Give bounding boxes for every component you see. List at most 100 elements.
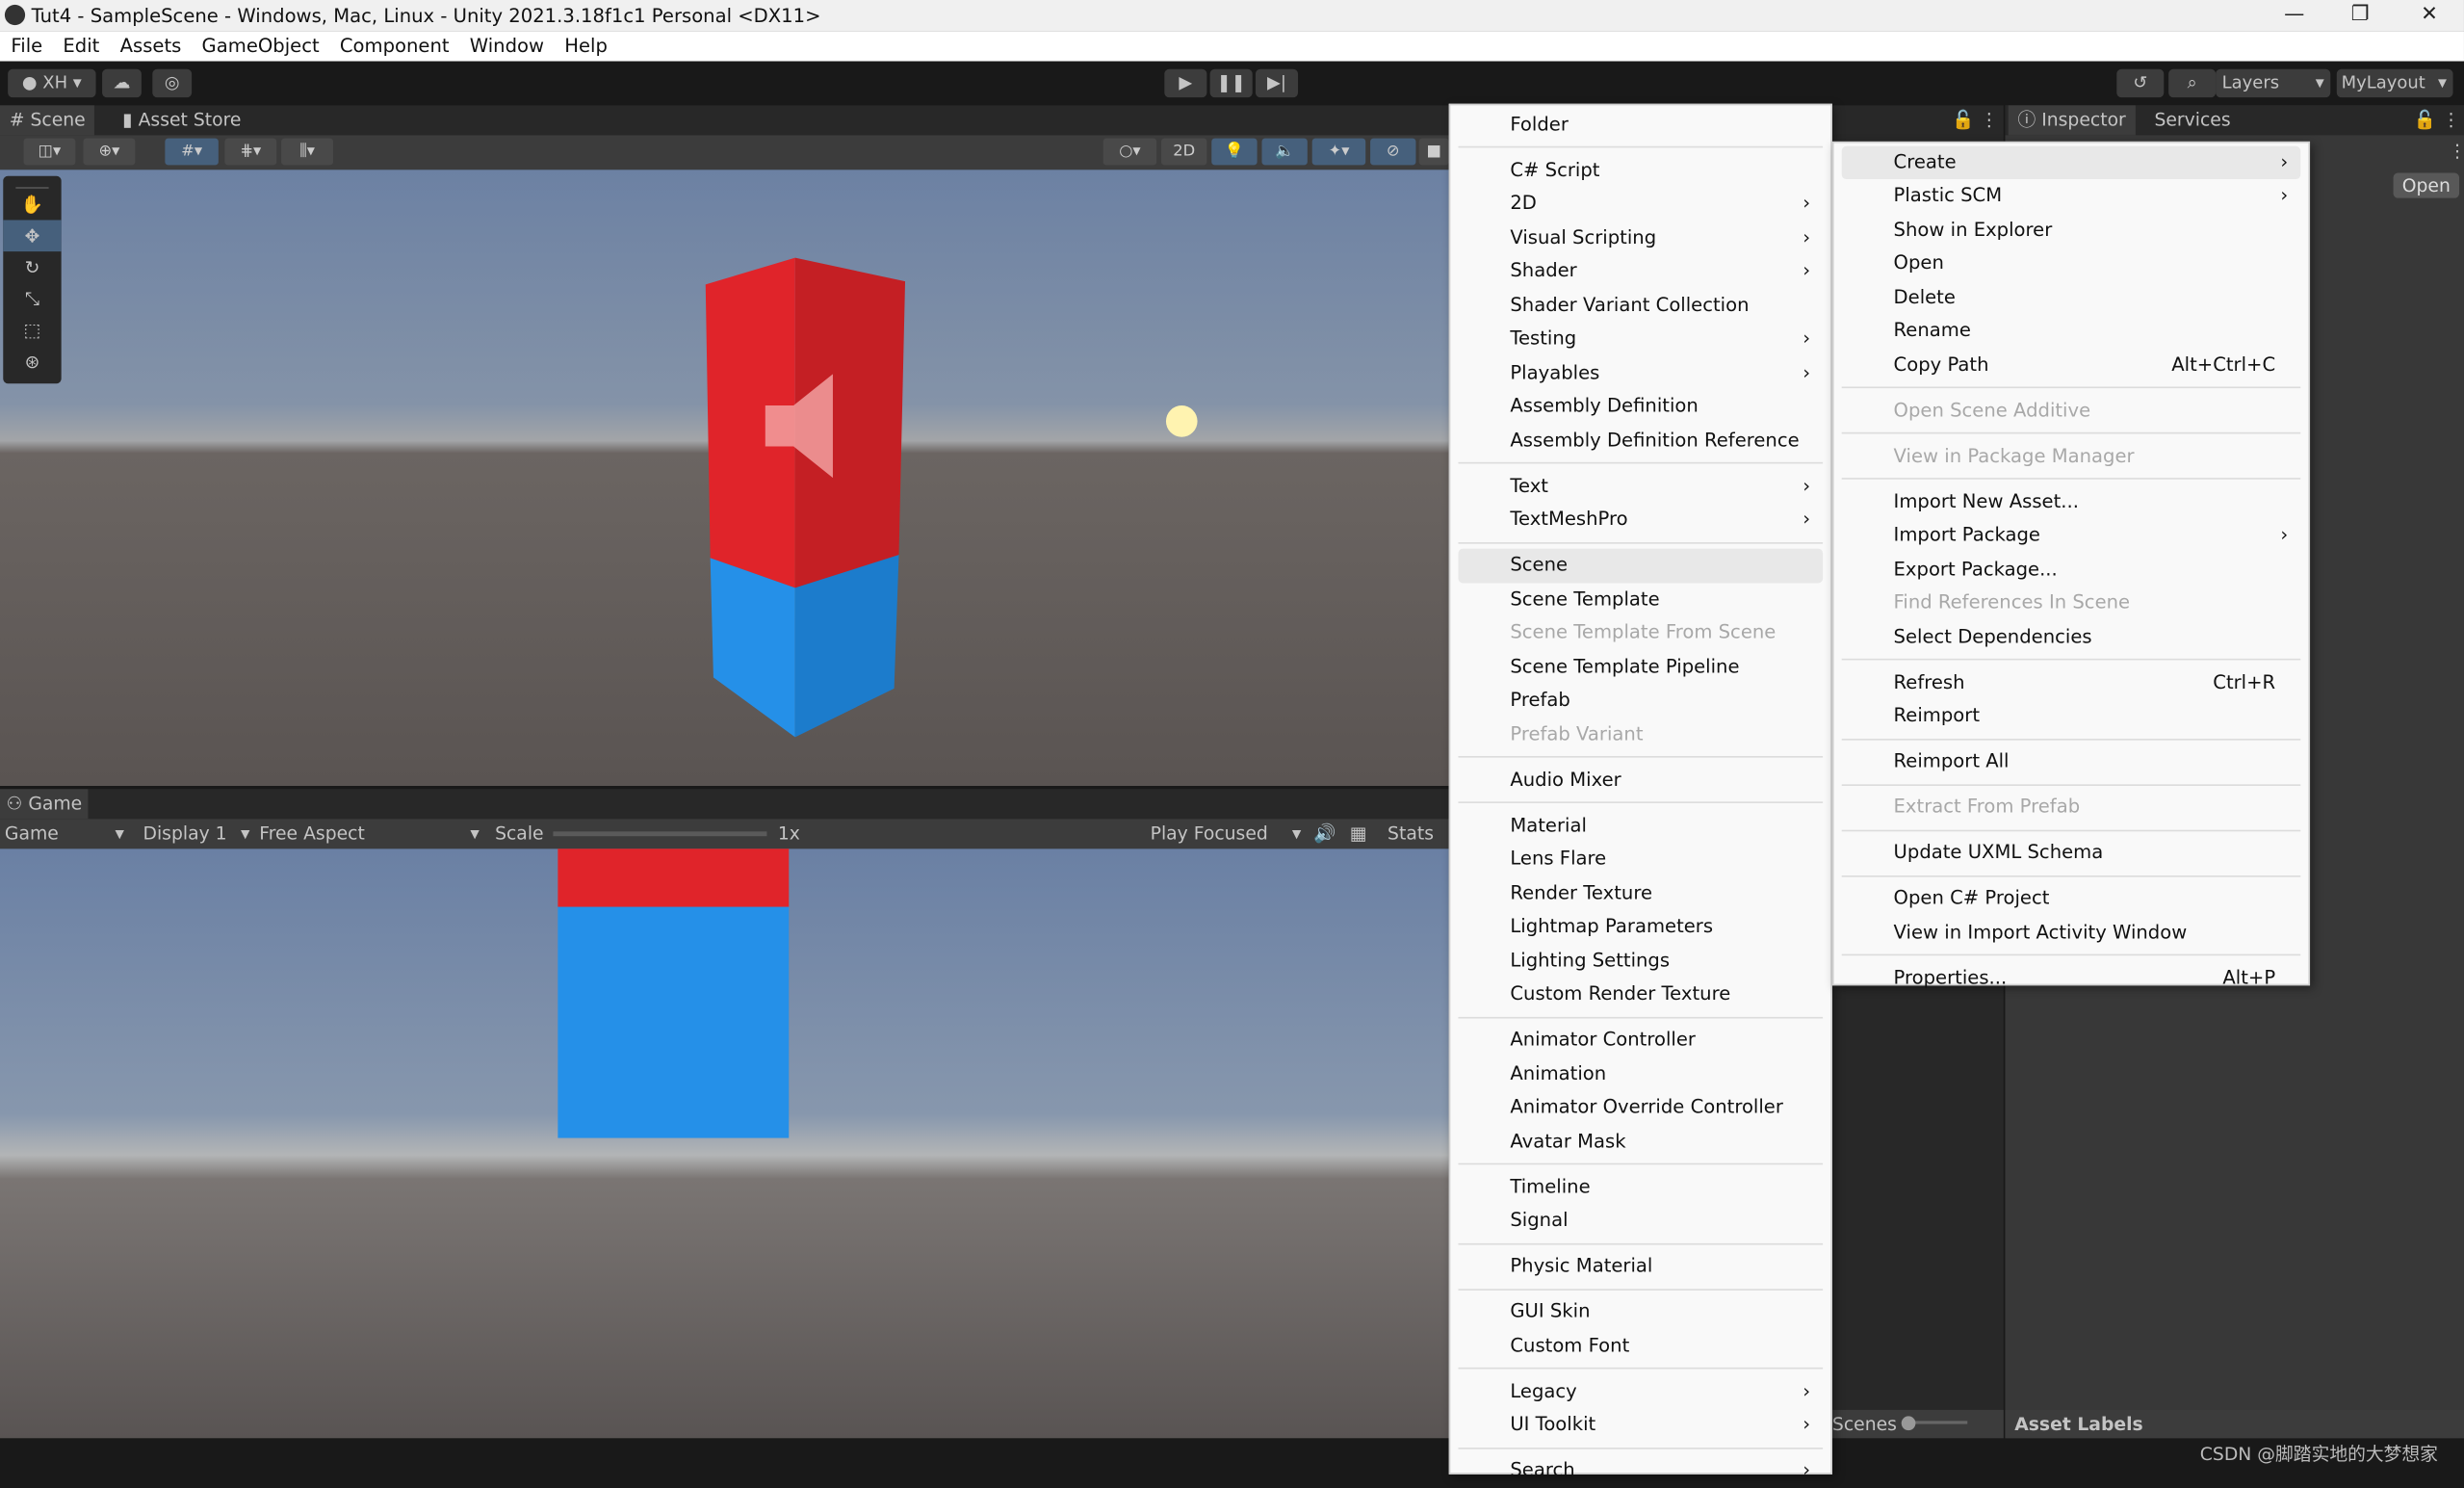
- search-icon[interactable]: ⌕: [2168, 68, 2217, 98]
- menu-item-reimport-all[interactable]: Reimport All: [1842, 745, 2301, 779]
- close-button[interactable]: ✕: [2398, 0, 2460, 32]
- overlay-handle[interactable]: [15, 176, 49, 189]
- cloud-icon[interactable]: ☁: [102, 68, 142, 98]
- menu-item-legacy[interactable]: Legacy ›: [1458, 1374, 1823, 1408]
- tab-services[interactable]: Services: [2145, 105, 2241, 135]
- menu-item-copy-path[interactable]: Copy Path Alt+Ctrl+C: [1842, 348, 2301, 381]
- menu-item-import-new-asset[interactable]: Import New Asset...: [1842, 484, 2301, 518]
- menu-item-view-in-import-activity-window[interactable]: View in Import Activity Window: [1842, 916, 2301, 950]
- minimize-button[interactable]: —: [2263, 0, 2325, 32]
- menu-item-delete[interactable]: Delete: [1842, 280, 2301, 314]
- restore-button[interactable]: ❐: [2329, 0, 2392, 32]
- mute-audio-icon[interactable]: 🔊: [1313, 819, 1336, 848]
- menu-help[interactable]: Help: [564, 35, 608, 57]
- menu-assets[interactable]: Assets: [120, 35, 182, 57]
- aspect-dropdown[interactable]: Free Aspect ▾: [259, 819, 479, 848]
- menu-item-assembly-definition-reference[interactable]: Assembly Definition Reference: [1458, 424, 1823, 457]
- menu-item-scene-template[interactable]: Scene Template: [1458, 583, 1823, 616]
- menu-item-lightmap-parameters[interactable]: Lightmap Parameters: [1458, 910, 1823, 944]
- menu-item-plastic-scm[interactable]: Plastic SCM ›: [1842, 179, 2301, 213]
- menu-item-c-script[interactable]: C# Script: [1458, 153, 1823, 187]
- component-menu-icon[interactable]: ⋮: [2449, 140, 2464, 162]
- hidden-objects-icon[interactable]: ⊘: [1370, 138, 1416, 166]
- gizmos-grid-icon[interactable]: ▦: [1350, 819, 1367, 848]
- menu-item-rename[interactable]: Rename: [1842, 314, 2301, 348]
- rotate-tool-icon[interactable]: ↻: [3, 251, 61, 283]
- menu-gameobject[interactable]: GameObject: [202, 35, 320, 57]
- open-button[interactable]: Open: [2393, 172, 2460, 198]
- menu-item-import-package[interactable]: Import Package ›: [1842, 519, 2301, 553]
- tab-scene[interactable]: # Scene: [0, 105, 95, 136]
- display-dropdown[interactable]: Display 1 ▾: [143, 819, 250, 848]
- menu-item-create[interactable]: Create ›: [1841, 144, 2301, 180]
- rect-tool-icon[interactable]: ⬚: [3, 314, 61, 346]
- stats-button[interactable]: Stats: [1388, 819, 1434, 848]
- menu-item-physic-material[interactable]: Physic Material: [1458, 1249, 1823, 1283]
- menu-item-search[interactable]: Search ›: [1458, 1454, 1823, 1488]
- 2d-toggle[interactable]: 2D: [1161, 138, 1207, 166]
- menu-item-animator-override-controller[interactable]: Animator Override Controller: [1458, 1091, 1823, 1125]
- menu-item-playables[interactable]: Playables ›: [1458, 356, 1823, 390]
- account-dropdown[interactable]: ● XH ▾: [8, 68, 96, 98]
- pause-button[interactable]: ❚❚: [1209, 68, 1253, 98]
- scale-slider[interactable]: [553, 831, 767, 837]
- more-options-icon[interactable]: ⋮: [1980, 109, 1998, 131]
- asset-labels-header[interactable]: Asset Labels: [2005, 1409, 2464, 1439]
- menu-item-custom-font[interactable]: Custom Font: [1458, 1329, 1823, 1363]
- camera-icon[interactable]: ■: [1418, 138, 1449, 166]
- inspector-lock-icon[interactable]: 🔓: [2414, 109, 2436, 131]
- menu-item-prefab[interactable]: Prefab: [1458, 684, 1823, 718]
- menu-item-gui-skin[interactable]: GUI Skin: [1458, 1295, 1823, 1329]
- zoom-slider-handle[interactable]: [1901, 1416, 1916, 1431]
- menu-window[interactable]: Window: [470, 35, 544, 57]
- draw-mode-dropdown[interactable]: ◫▾: [23, 138, 76, 166]
- scene-viewport[interactable]: ✋ ✥ ↻ ⤡ ⬚ ⊛: [0, 170, 1449, 787]
- menu-item-open[interactable]: Open: [1842, 247, 2301, 280]
- menu-item-folder[interactable]: Folder: [1458, 108, 1823, 142]
- game-viewport[interactable]: [0, 848, 1449, 1439]
- transform-tool-icon[interactable]: ⊛: [3, 346, 61, 378]
- play-mode-dropdown[interactable]: Play Focused ▾: [1151, 819, 1302, 848]
- menu-item-ui-toolkit[interactable]: UI Toolkit ›: [1458, 1408, 1823, 1442]
- layers-dropdown[interactable]: Layers ▾: [2216, 68, 2331, 98]
- menu-item-textmeshpro[interactable]: TextMeshPro ›: [1458, 503, 1823, 536]
- tab-asset-store[interactable]: ▮ Asset Store: [114, 105, 251, 135]
- menu-file[interactable]: File: [11, 35, 42, 57]
- menu-item-render-texture[interactable]: Render Texture: [1458, 876, 1823, 910]
- menu-edit[interactable]: Edit: [63, 35, 99, 57]
- menu-item-material[interactable]: Material: [1458, 809, 1823, 843]
- inspector-more-icon[interactable]: ⋮: [2442, 109, 2460, 131]
- menu-item-2d[interactable]: 2D ›: [1458, 187, 1823, 221]
- menu-item-scene-template-pipeline[interactable]: Scene Template Pipeline: [1458, 650, 1823, 684]
- audio-toggle-icon[interactable]: 🔈: [1261, 138, 1308, 166]
- menu-item-timeline[interactable]: Timeline: [1458, 1170, 1823, 1204]
- menu-item-audio-mixer[interactable]: Audio Mixer: [1458, 763, 1823, 796]
- effects-toggle-icon[interactable]: ✦▾: [1311, 138, 1366, 166]
- menu-item-lens-flare[interactable]: Lens Flare: [1458, 843, 1823, 876]
- gizmo-orientation-icon[interactable]: ○▾: [1102, 138, 1157, 166]
- lock-icon[interactable]: 🔓: [1952, 109, 1974, 131]
- tab-inspector[interactable]: ⓘ Inspector: [2008, 105, 2136, 136]
- collab-icon[interactable]: ◎: [152, 68, 193, 98]
- global-toggle-icon[interactable]: ⊕▾: [83, 138, 136, 166]
- lighting-toggle-icon[interactable]: 💡: [1211, 138, 1258, 166]
- menu-item-assembly-definition[interactable]: Assembly Definition: [1458, 390, 1823, 424]
- menu-item-shader[interactable]: Shader ›: [1458, 254, 1823, 288]
- grid-snap-icon[interactable]: #▾: [165, 138, 219, 166]
- menu-item-testing[interactable]: Testing ›: [1458, 323, 1823, 356]
- menu-item-export-package[interactable]: Export Package...: [1842, 553, 2301, 587]
- menu-item-signal[interactable]: Signal: [1458, 1204, 1823, 1238]
- step-button[interactable]: ▶|: [1255, 68, 1299, 98]
- menu-item-refresh[interactable]: Refresh Ctrl+R: [1842, 666, 2301, 699]
- menu-item-custom-render-texture[interactable]: Custom Render Texture: [1458, 978, 1823, 1011]
- menu-item-properties[interactable]: Properties... Alt+P: [1842, 961, 2301, 995]
- menu-item-update-uxml-schema[interactable]: Update UXML Schema: [1842, 836, 2301, 870]
- move-tool-icon[interactable]: ✥: [3, 220, 62, 252]
- menu-item-animation[interactable]: Animation: [1458, 1057, 1823, 1091]
- menu-item-animator-controller[interactable]: Animator Controller: [1458, 1023, 1823, 1057]
- undo-history-icon[interactable]: ↺: [2116, 68, 2165, 98]
- menu-item-show-in-explorer[interactable]: Show in Explorer: [1842, 213, 2301, 247]
- menu-item-lighting-settings[interactable]: Lighting Settings: [1458, 944, 1823, 978]
- layout-dropdown[interactable]: MyLayout ▾: [2336, 68, 2453, 98]
- menu-item-select-dependencies[interactable]: Select Dependencies: [1842, 620, 2301, 654]
